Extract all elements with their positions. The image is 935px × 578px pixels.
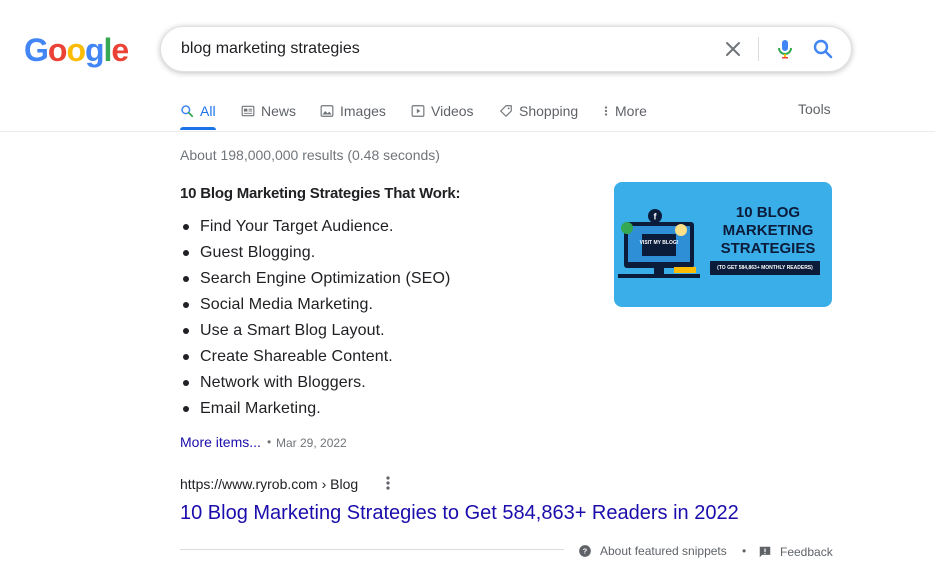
tab-label: Videos [431, 103, 474, 119]
tab-news[interactable]: News [241, 100, 296, 122]
result-url[interactable]: https://www.ryrob.com › Blog [180, 475, 358, 493]
search-input[interactable]: blog marketing strategies [181, 39, 360, 59]
result-title-link[interactable]: 10 Blog Marketing Strategies to Get 584,… [180, 500, 739, 526]
list-item: Network with Bloggers. [180, 370, 450, 396]
list-item: Search Engine Optimization (SEO) [180, 266, 450, 292]
logo-letter: G [24, 32, 49, 68]
tab-shopping[interactable]: Shopping [499, 100, 578, 122]
header-divider [0, 131, 935, 132]
more-items-link[interactable]: More items... [180, 433, 261, 451]
tab-label: News [261, 103, 297, 119]
help-icon: ? [579, 545, 591, 557]
video-icon [411, 105, 425, 117]
logo-letter: o [66, 32, 86, 68]
thumbnail-subtitle: (TO GET 584,863+ MONTHLY READERS) [717, 265, 813, 271]
tab-label: Shopping [519, 103, 579, 119]
logo-letter: g [84, 32, 105, 68]
logo-letter: o [47, 32, 68, 68]
tab-label: Images [340, 103, 386, 119]
search-submit-button[interactable] [811, 37, 835, 61]
thumbnail-title: 10 BLOG MARKETING STRATEGIES [720, 204, 816, 257]
google-logo[interactable]: Google [24, 32, 129, 68]
snippet-thumbnail[interactable]: VISIT MY BLOG! f 10 BLOG MARKETING STRAT… [614, 182, 832, 307]
tab-label: More [615, 103, 647, 119]
logo-letter: e [111, 32, 129, 68]
snippet-heading: 10 Blog Marketing Strategies That Work: [180, 185, 461, 202]
feedback-label: Feedback [780, 545, 833, 559]
snippet-list: Find Your Target Audience. Guest Bloggin… [180, 214, 450, 422]
screen-text: VISIT MY BLOG! [640, 240, 679, 246]
search-box[interactable]: blog marketing strategies [160, 26, 852, 72]
image-icon [320, 105, 334, 117]
thumbnail-subtitle-bar: (TO GET 584,863+ MONTHLY READERS) [710, 261, 820, 275]
tab-label: All [200, 103, 216, 119]
list-item: Create Shareable Content. [180, 344, 450, 370]
result-options-button[interactable] [380, 474, 396, 494]
tab-all[interactable]: All [180, 100, 216, 122]
tab-videos[interactable]: Videos [411, 100, 474, 122]
clear-search-button[interactable] [721, 37, 745, 61]
list-item: Email Marketing. [180, 396, 450, 422]
about-snippets-label: About featured snippets [600, 544, 727, 558]
search-icon [181, 105, 194, 118]
snippet-date: Mar 29, 2022 [276, 436, 347, 450]
microphone-icon [778, 40, 792, 59]
list-item: Find Your Target Audience. [180, 214, 450, 240]
about-featured-snippets-link[interactable]: ? About featured snippets [578, 543, 727, 559]
tag-icon [500, 105, 512, 117]
result-stats: About 198,000,000 results (0.48 seconds) [180, 147, 440, 163]
news-icon [241, 105, 255, 117]
search-icon [813, 39, 833, 59]
search-box-divider [758, 37, 759, 61]
feedback-icon [759, 546, 771, 558]
separator-dot: • [742, 544, 747, 558]
svg-text:?: ? [583, 547, 588, 556]
tab-more[interactable]: More [603, 100, 647, 122]
active-tab-indicator [180, 127, 216, 130]
list-item: Guest Blogging. [180, 240, 450, 266]
separator-dot: • [267, 435, 272, 449]
tools-button[interactable]: Tools [798, 100, 831, 118]
list-item: Social Media Marketing. [180, 292, 450, 318]
voice-search-button[interactable] [773, 37, 797, 61]
more-vert-icon [604, 106, 608, 116]
feedback-link[interactable]: Feedback [758, 544, 833, 560]
list-item: Use a Smart Blog Layout. [180, 318, 450, 344]
snippet-footer-divider [180, 549, 564, 550]
close-icon [726, 42, 740, 56]
tab-images[interactable]: Images [320, 100, 386, 122]
more-vert-icon [386, 476, 390, 490]
